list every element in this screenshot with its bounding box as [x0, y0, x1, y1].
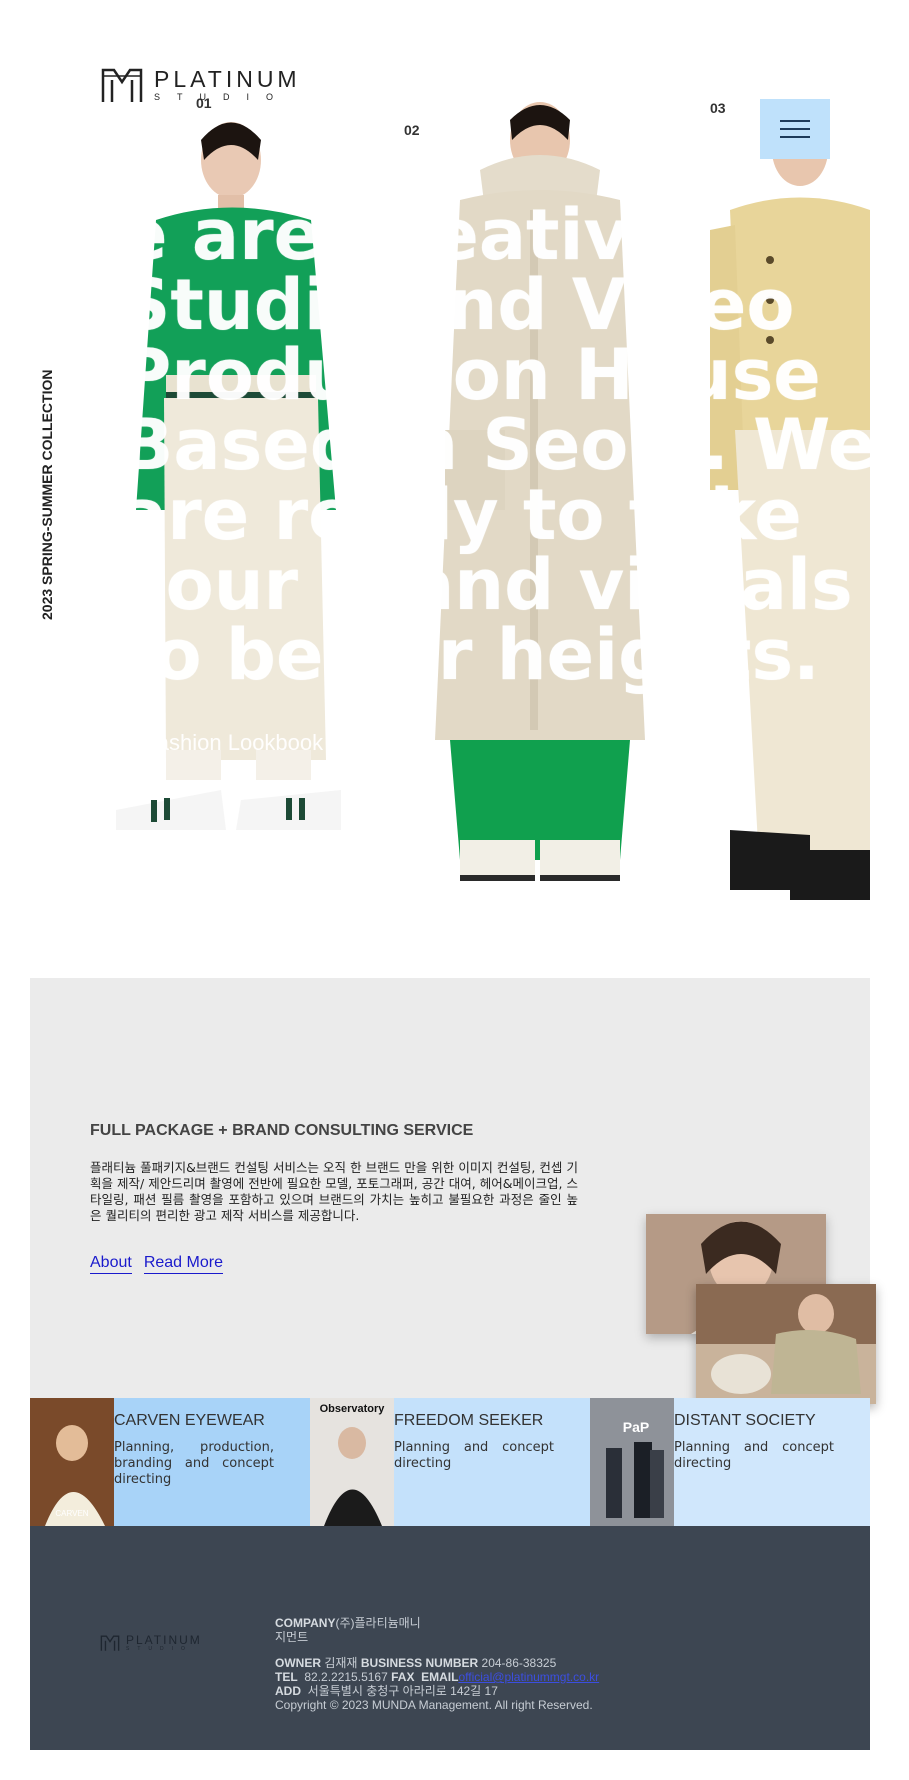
- company-label: COMPANY: [275, 1616, 336, 1630]
- site-footer: PLATINUM STUDIO COMPANY(주)플라티늄매니지먼트 OWNE…: [30, 1526, 870, 1750]
- project-thumb-label: CARVEN: [55, 1509, 88, 1518]
- footer-info: COMPANY(주)플라티늄매니지먼트 OWNER 김재재 BUSINESS N…: [275, 1616, 635, 1712]
- project-thumbnail: PaP: [590, 1398, 674, 1526]
- footer-brand-sub: STUDIO: [126, 1646, 193, 1652]
- address-label: ADD: [275, 1684, 301, 1698]
- service-photo-2: [696, 1284, 876, 1404]
- project-description: Planning and concept directing: [674, 1440, 834, 1471]
- platinum-logo-icon: [100, 1635, 120, 1651]
- brand-name: PLATINUM: [154, 66, 301, 92]
- footer-logo[interactable]: PLATINUM STUDIO: [100, 1634, 202, 1652]
- project-title: FREEDOM SEEKER: [394, 1412, 544, 1429]
- copyright: Copyright © 2023 MUNDA Management. All r…: [275, 1698, 593, 1712]
- tel-value: 82.2.2215.5167: [304, 1670, 388, 1684]
- read-more-link[interactable]: Read More: [143, 1254, 223, 1274]
- project-description: Planning, production, branding and conce…: [114, 1440, 274, 1487]
- email-link[interactable]: official@platinummgt.co.kr: [458, 1670, 599, 1684]
- service-title: FULL PACKAGE + BRAND CONSULTING SERVICE: [90, 1122, 474, 1139]
- about-link[interactable]: About: [90, 1254, 132, 1274]
- owner-value: 김재재: [324, 1656, 358, 1670]
- model-number-3: 03: [710, 100, 726, 116]
- project-thumbnail: Observatory: [310, 1398, 394, 1526]
- hamburger-icon: [780, 120, 810, 122]
- service-section: FULL PACKAGE + BRAND CONSULTING SERVICE …: [30, 978, 876, 1404]
- platinum-logo-icon: [101, 68, 143, 102]
- business-number-value: 204-86-38325: [481, 1656, 557, 1670]
- email-label: EMAIL: [421, 1670, 459, 1684]
- service-links: About Read More: [90, 1254, 223, 1274]
- hamburger-icon: [780, 136, 810, 138]
- collection-label: 2023 SPRING-SUMMER COLLECTION: [39, 369, 55, 620]
- project-description: Planning and concept directing: [394, 1440, 554, 1471]
- project-card[interactable]: Observatory FREEDOM SEEKER Planning and …: [310, 1398, 590, 1526]
- project-thumb-label: Observatory: [320, 1403, 386, 1415]
- project-card[interactable]: PaP DISTANT SOCIETY Planning and concept…: [590, 1398, 870, 1526]
- project-thumb-label: PaP: [623, 1419, 649, 1435]
- hamburger-icon: [780, 128, 810, 130]
- hero-subheadline: d Fashion Lookbook: [125, 730, 324, 755]
- project-title: DISTANT SOCIETY: [674, 1412, 816, 1429]
- footer-brand-name: PLATINUM: [126, 1633, 202, 1647]
- business-number-label: BUSINESS NUMBER: [360, 1656, 479, 1670]
- brand-logo[interactable]: PLATINUM STUDIO: [100, 66, 301, 104]
- brand-sub: STUDIO: [154, 92, 291, 102]
- model-number-2: 02: [404, 122, 420, 138]
- tel-label: TEL: [275, 1670, 298, 1684]
- projects-strip: CARVEN CARVEN EYEWEAR Planning, producti…: [30, 1398, 870, 1526]
- menu-button[interactable]: [760, 99, 830, 159]
- hero-section: 01 02 03 PLATINUM STUDIO 2023 SPRING-SUM…: [30, 0, 870, 978]
- owner-label: OWNER: [275, 1656, 321, 1670]
- service-description: 플래티늄 풀패키지&브랜드 컨설팅 서비스는 오직 한 브랜드 만을 위한 이미…: [90, 1160, 578, 1223]
- hero-headline: e are Creative Studio and Video Producti…: [120, 194, 870, 696]
- project-thumbnail: CARVEN: [30, 1398, 114, 1526]
- project-card[interactable]: CARVEN CARVEN EYEWEAR Planning, producti…: [30, 1398, 310, 1526]
- fax-label: FAX: [391, 1670, 415, 1684]
- project-title: CARVEN EYEWEAR: [114, 1412, 265, 1429]
- address-value: 서울특별시 충청구 아라리로 142길 17: [307, 1684, 498, 1698]
